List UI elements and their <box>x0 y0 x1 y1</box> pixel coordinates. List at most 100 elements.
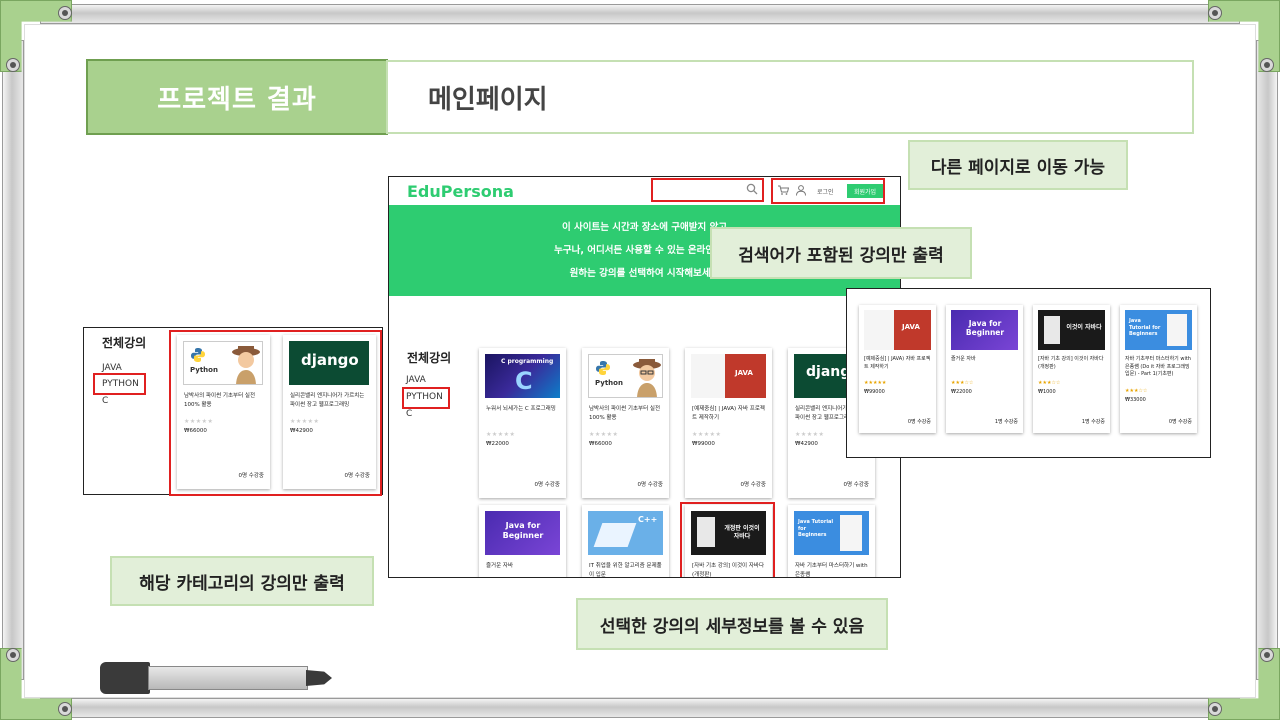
course-card[interactable]: 이것이 자바다 [자바 기초 강의] 이것이 자바다(개정판) ★★★☆☆ ₩1… <box>1033 305 1110 433</box>
course-title: 남박사의 파이썬 기초부터 실전 100% 활용 <box>589 406 661 421</box>
course-card[interactable]: JAVA [예제중심] | JAVA) 자바 프로젝트 제작하기 ★★★★★ ₩… <box>859 305 936 433</box>
rating-stars: ★★★★★ <box>795 431 825 438</box>
rating-stars: ★★★★★ <box>864 380 887 386</box>
course-title: IT 취업을 위한 알고리즘 문제풀이 입문 <box>589 563 662 578</box>
rating-stars: ★★★☆☆ <box>1125 388 1148 394</box>
rating-stars: ★★★★★ <box>589 431 619 438</box>
note-search: 검색어가 포함된 강의만 출력 <box>710 227 972 279</box>
site-logo[interactable]: EduPersona <box>407 182 514 201</box>
course-card[interactable]: C programming C 누워서 뇌세가는 C 프로그래밍 ★★★★★ ₩… <box>479 348 566 498</box>
python-logo-icon <box>191 348 205 362</box>
course-price: ₩42900 <box>290 428 313 434</box>
course-card[interactable]: Java Tutorial for Beginners 자바 기초부터 마스터하… <box>788 505 875 578</box>
course-title: 자바 기초부터 마스터하기 with 은종쌤 (Do it 자바 프로그래밍 입… <box>1125 356 1191 377</box>
course-title: [예제중심] | JAVA) 자바 프로젝트 제작하기 <box>692 406 765 421</box>
course-card[interactable]: JAVA [예제중심] | JAVA) 자바 프로젝트 제작하기 ★★★★★ ₩… <box>685 348 772 498</box>
c-logo-icon: C <box>515 367 533 395</box>
course-price: ₩22000 <box>486 441 509 447</box>
highlight-box <box>680 502 775 577</box>
title-tag-text: 프로젝트 결과 <box>157 84 317 115</box>
course-thumbnail: JAVA <box>864 310 931 350</box>
thumb-text: Python <box>190 366 218 374</box>
note-navigation: 다른 페이지로 이동 가능 <box>908 140 1128 190</box>
user-icon[interactable] <box>795 184 807 196</box>
sidebar-item-java[interactable]: JAVA <box>406 375 426 385</box>
enroll-count: 0명 수강중 <box>907 419 931 425</box>
title-tag: 프로젝트 결과 <box>86 59 388 135</box>
rating-stars: ★★★★★ <box>692 431 722 438</box>
enroll-count: 0명 수강중 <box>740 482 767 488</box>
signup-button[interactable]: 회원가입 <box>847 184 883 198</box>
course-card[interactable]: Python 남박사의 파이썬 기초부터 실전 100% 활용 ★★★★★ ₩6… <box>582 348 669 498</box>
course-thumbnail: Java for Beginner <box>485 511 560 555</box>
screw-icon <box>1260 648 1274 662</box>
course-price: ₩22000 <box>951 389 972 395</box>
course-card[interactable]: C++ IT 취업을 위한 알고리즘 문제풀이 입문 <box>582 505 669 578</box>
course-thumbnail: Java Tutorial for Beginners <box>794 511 869 555</box>
screw-icon <box>1208 702 1222 716</box>
screw-icon <box>58 6 72 20</box>
header-nav: 로그인 회원가입 <box>771 178 885 204</box>
enroll-count: 1명 수강중 <box>1081 419 1105 425</box>
course-card[interactable]: Python 남박사의 파이썬 기초부터 실전 100% 활용 ★★★★★ ₩6… <box>177 335 270 489</box>
course-card[interactable]: Java Tutorial for Beginners 자바 기초부터 마스터하… <box>1120 305 1197 433</box>
course-title: 자바 기초부터 마스터하기 with 은종쌤 <box>795 563 868 578</box>
screw-icon <box>6 58 20 72</box>
course-thumbnail: Python <box>588 354 663 398</box>
cart-icon[interactable] <box>777 184 789 196</box>
course-title: 남박사의 파이썬 기초부터 실전 100% 활용 <box>184 393 256 408</box>
thumb-text: Java Tutorial for Beginners <box>1129 318 1161 337</box>
enroll-count: 0명 수강중 <box>534 482 561 488</box>
screw-icon <box>58 702 72 716</box>
course-title: [예제중심] | JAVA) 자바 프로젝트 제작하기 <box>864 356 931 370</box>
enroll-count: 1명 수강중 <box>994 419 1018 425</box>
sidebar-item-java[interactable]: JAVA <box>102 363 122 373</box>
thumb-text: C++ <box>638 515 658 524</box>
search-icon[interactable] <box>746 183 758 195</box>
course-thumbnail: C programming C <box>485 354 560 398</box>
rating-stars: ★★★☆☆ <box>1038 380 1061 386</box>
rating-stars: ★★★☆☆ <box>951 380 974 386</box>
course-title: 누워서 뇌세가는 C 프로그래밍 <box>486 406 556 412</box>
search-input[interactable] <box>651 178 764 202</box>
sidebar-item-c[interactable]: C <box>102 396 108 406</box>
course-thumbnail: django <box>289 341 369 385</box>
thumb-text: Java for Beginner <box>965 319 1005 337</box>
course-thumbnail: JAVA <box>691 354 766 398</box>
screw-icon <box>1260 58 1274 72</box>
screw-icon <box>6 648 20 662</box>
course-title: 즐거운 자바 <box>951 356 976 362</box>
course-price: ₩42900 <box>795 441 818 447</box>
course-thumbnail: C++ <box>588 511 663 555</box>
enroll-count: 0명 수강중 <box>843 482 870 488</box>
course-price: ₩66000 <box>589 441 612 447</box>
course-card[interactable]: django 실리콘밸리 엔지니어가 가르치는 파이썬 장고 웹프로그래밍 ★★… <box>283 335 376 489</box>
thumb-text: JAVA <box>902 323 920 331</box>
course-title: 실리콘밸리 엔지니어가 가르치는 파이썬 장고 웹프로그래밍 <box>290 393 365 408</box>
enroll-count: 0명 수강중 <box>1168 419 1192 425</box>
course-card[interactable]: Java for Beginner 즐거운 자바 <box>479 505 566 577</box>
note-detail: 선택한 강의의 세부정보를 볼 수 있음 <box>576 598 888 650</box>
login-link[interactable]: 로그인 <box>817 187 834 196</box>
thumb-text: JAVA <box>735 369 753 377</box>
highlight-box <box>402 387 450 409</box>
sidebar-item-c[interactable]: C <box>406 409 412 419</box>
enroll-count: 0명 수강중 <box>344 473 371 479</box>
frame-rail-left <box>2 40 24 680</box>
frame-rail-right <box>1256 40 1278 680</box>
course-card[interactable]: Java for Beginner 즐거운 자바 ★★★☆☆ ₩22000 1명… <box>946 305 1023 433</box>
enroll-count: 0명 수강중 <box>238 473 265 479</box>
thumb-text: Python <box>595 379 623 387</box>
frame-rail-top <box>40 4 1240 24</box>
site-header: EduPersona 로그인 회원가입 <box>389 177 900 205</box>
note-category: 해당 카테고리의 강의만 출력 <box>110 556 374 606</box>
category-filter-crop: 전체강의 JAVA PYTHON C Python 남박사의 파이썬 기초부터 … <box>83 327 383 496</box>
course-price: ₩99000 <box>692 441 715 447</box>
course-price: ₩66000 <box>184 428 207 434</box>
thumb-text: Java Tutorial for Beginners <box>798 519 834 538</box>
sidebar-title: 전체강의 <box>102 336 147 350</box>
rating-stars: ★★★★★ <box>184 418 214 425</box>
screw-icon <box>1208 6 1222 20</box>
course-title: [자바 기초 강의] 이것이 자바다(개정판) <box>1038 356 1104 370</box>
marker-pen-icon <box>100 662 336 694</box>
